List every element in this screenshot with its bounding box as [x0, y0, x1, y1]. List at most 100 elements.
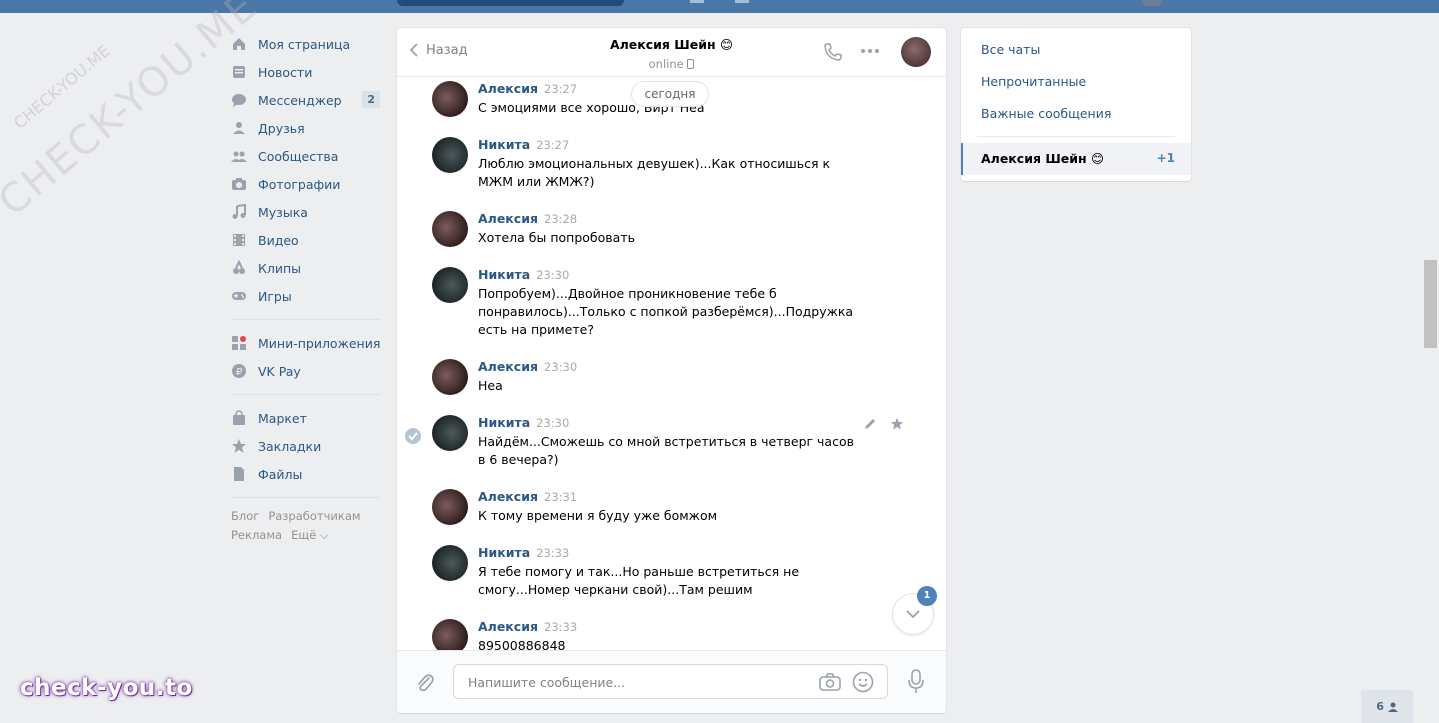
footer-link-blog[interactable]: Блог: [231, 509, 259, 523]
filter-unread[interactable]: Непрочитанные: [981, 74, 1086, 89]
microphone-icon[interactable]: [907, 669, 925, 695]
nav-item-games[interactable]: Игры: [228, 282, 383, 310]
nav-item-news[interactable]: Новости: [228, 58, 383, 86]
message-text: Хотела бы попробовать: [478, 230, 635, 245]
star-icon: [231, 438, 247, 454]
notifications-icon[interactable]: [735, 0, 749, 3]
message-time: 23:27: [536, 138, 570, 152]
nav-item-label: Сообщества: [258, 148, 339, 164]
online-friends-button[interactable]: 6: [1361, 690, 1413, 723]
nav-item-market[interactable]: Маркет: [228, 404, 383, 432]
nav-item-files[interactable]: Файлы: [228, 460, 383, 488]
nav-item-video[interactable]: Видео: [228, 226, 383, 254]
nav-item-label: Новости: [258, 64, 313, 80]
nav-item-photos[interactable]: Фотографии: [228, 170, 383, 198]
nav-item-vk-pay[interactable]: ₽ VK Pay: [228, 357, 383, 385]
nav-item-bookmarks[interactable]: Закладки: [228, 432, 383, 460]
message-author[interactable]: Алексия: [478, 211, 538, 226]
nav-item-label: Мессенджер: [258, 92, 342, 108]
filter-all-chats[interactable]: Все чаты: [981, 42, 1040, 57]
paperclip-icon[interactable]: [415, 672, 435, 694]
chat-header: Назад Алексия Шейн 😊 online: [397, 28, 946, 77]
message-time: 23:28: [544, 212, 578, 226]
select-check-icon[interactable]: [404, 427, 422, 445]
message-author[interactable]: Никита: [478, 267, 530, 282]
message-input-box: [453, 664, 888, 700]
emoji-icon[interactable]: [852, 671, 874, 693]
watermark-brand: check-you.to: [20, 675, 193, 701]
filter-important[interactable]: Важные сообщения: [981, 106, 1111, 121]
online-friends-count: 6: [1376, 700, 1384, 713]
messenger-icon: [231, 92, 247, 108]
friends-icon: [231, 120, 247, 136]
active-chat-item[interactable]: Алексия Шейн 😊 +1: [961, 143, 1191, 175]
svg-text:₽: ₽: [236, 367, 243, 378]
groups-icon: [231, 148, 247, 164]
camera-icon[interactable]: [819, 672, 841, 692]
nav-item-label: Моя страница: [258, 36, 351, 52]
phone-icon[interactable]: [823, 42, 843, 62]
nav-item-music[interactable]: Музыка: [228, 198, 383, 226]
message-text: 89500886848: [478, 638, 566, 650]
watermark-diagonal-small: CHECK-YOU.ME: [10, 41, 114, 133]
nav-item-label: Клипы: [258, 260, 302, 276]
apps-icon: [231, 335, 247, 351]
scroll-to-bottom-button[interactable]: 1: [893, 586, 937, 634]
message-avatar[interactable]: [432, 81, 468, 117]
page-scrollbar[interactable]: [1424, 260, 1437, 348]
message-composer: [397, 650, 946, 713]
search-bar[interactable]: [397, 0, 624, 6]
left-navigation: Моя страница Новости Мессенджер 2 Друзья…: [228, 30, 383, 545]
message-author[interactable]: Алексия: [478, 619, 538, 634]
message-text: Неа: [478, 378, 503, 393]
message-author[interactable]: Никита: [478, 415, 530, 430]
panel-divider: [977, 136, 1175, 137]
music-player-icon[interactable]: [690, 0, 704, 3]
star-icon[interactable]: [890, 417, 904, 431]
home-icon: [231, 36, 247, 52]
footer-link-developers[interactable]: Разработчикам: [268, 509, 360, 523]
footer-link-more[interactable]: Ещё ⌵: [291, 528, 329, 542]
nav-item-friends[interactable]: Друзья: [228, 114, 383, 142]
person-icon: [1387, 702, 1398, 712]
nav-item-groups[interactable]: Сообщества: [228, 142, 383, 170]
message-time: 23:33: [536, 546, 570, 560]
peer-avatar[interactable]: [901, 37, 931, 67]
nav-item-label: Маркет: [258, 410, 307, 426]
chevron-down-icon: [906, 610, 920, 619]
message-history[interactable]: Алексия 23:27 С эмоциями все хорошо, Вирт…: [397, 77, 946, 650]
message-avatar[interactable]: [432, 489, 468, 525]
user-avatar[interactable]: [1142, 0, 1162, 6]
active-chat-name: Алексия Шейн 😊: [981, 151, 1105, 166]
clips-icon: [231, 260, 247, 276]
chat-filters-panel: Все чаты Непрочитанные Важные сообщения …: [961, 28, 1191, 181]
footer-link-ads[interactable]: Реклама: [231, 528, 282, 542]
gamepad-icon: [231, 288, 247, 304]
message-avatar[interactable]: [432, 359, 468, 395]
message-input[interactable]: [466, 665, 800, 700]
message-avatar[interactable]: [432, 211, 468, 247]
message-time: 23:30: [544, 360, 578, 374]
nav-item-messenger[interactable]: Мессенджер 2: [228, 86, 383, 114]
mobile-icon: [687, 59, 695, 69]
nav-divider: [231, 497, 380, 498]
more-icon[interactable]: [860, 47, 880, 55]
message-avatar[interactable]: [432, 415, 468, 451]
message-author[interactable]: Алексия: [478, 81, 538, 96]
music-icon: [231, 204, 247, 220]
message-author[interactable]: Никита: [478, 545, 530, 560]
nav-item-clips[interactable]: Клипы: [228, 254, 383, 282]
nav-item-mini-apps[interactable]: Мини-приложения: [228, 329, 383, 357]
message-avatar[interactable]: [432, 619, 468, 650]
watermark-diagonal: CHECK-YOU.ME: [0, 0, 267, 226]
message-avatar[interactable]: [432, 267, 468, 303]
nav-item-my-page[interactable]: Моя страница: [228, 30, 383, 58]
message-avatar[interactable]: [432, 545, 468, 581]
message-author[interactable]: Никита: [478, 137, 530, 152]
active-chat-count: +1: [1156, 151, 1175, 165]
message-avatar[interactable]: [432, 137, 468, 173]
edit-icon[interactable]: [863, 417, 877, 431]
message-author[interactable]: Алексия: [478, 359, 538, 374]
message-author[interactable]: Алексия: [478, 489, 538, 504]
video-icon: [231, 232, 247, 248]
